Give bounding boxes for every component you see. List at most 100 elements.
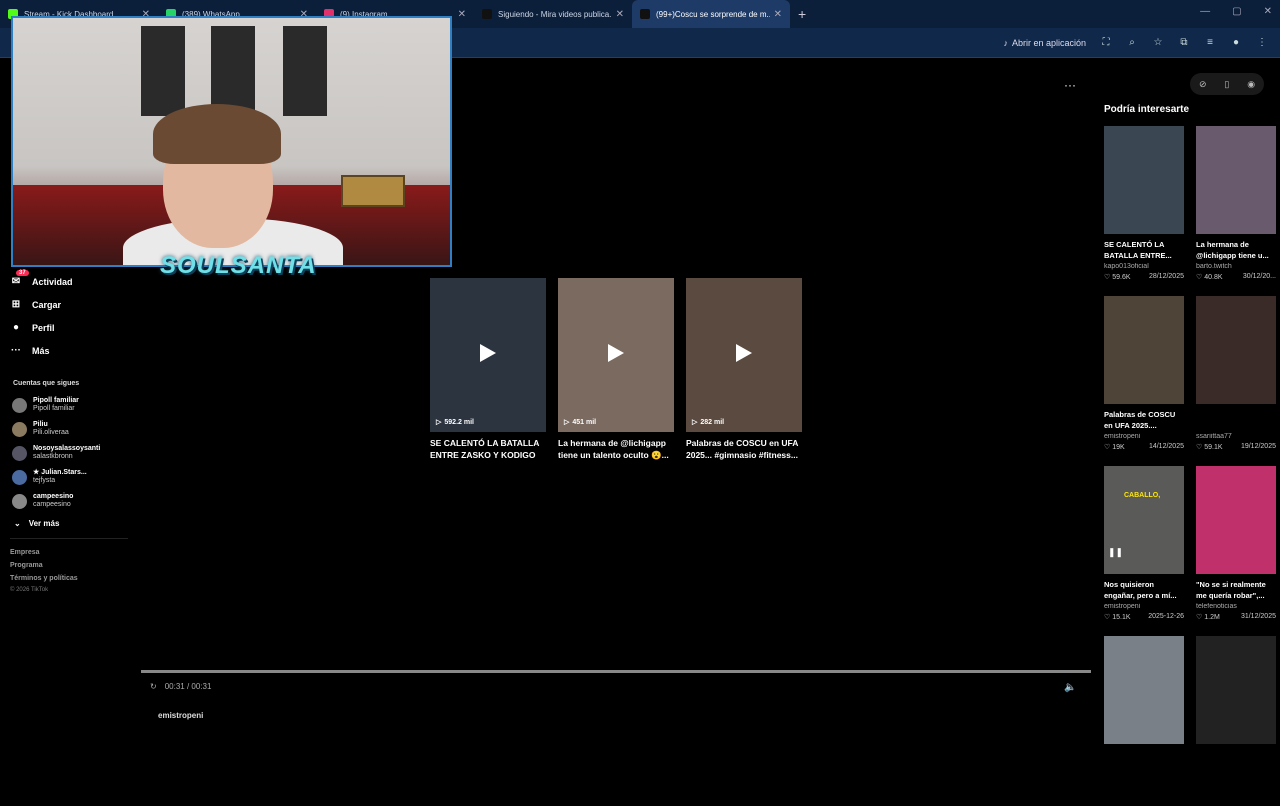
likes: ♡ 59.6K bbox=[1104, 273, 1131, 281]
recommended-item[interactable]: Palabras de COSCU en UFA 2025.... emistro… bbox=[1104, 296, 1184, 466]
bottom-author[interactable]: emistropeni bbox=[158, 711, 203, 720]
progress-fill bbox=[141, 670, 1091, 673]
notification-badge: 37 bbox=[16, 269, 29, 276]
globe-icon[interactable]: ◉ bbox=[1247, 79, 1255, 90]
video-card[interactable]: ▷ 451 mil La hermana de @lichigapp tiene u… bbox=[558, 278, 674, 461]
likes-count: 15.1K bbox=[1112, 614, 1131, 621]
followed-account[interactable]: Pipoll familiar Pipoll familiar bbox=[10, 393, 130, 417]
video-title[interactable]: SE CALENTÓ LA BATALLA ENTRE ZASKO Y KODI… bbox=[430, 437, 546, 461]
video-thumbnail[interactable]: ▷ 451 mil bbox=[558, 278, 674, 432]
recommended-thumbnail[interactable] bbox=[1104, 636, 1184, 744]
video-card[interactable]: ▷ 282 mil Palabras de COSCU en UFA 2025...… bbox=[686, 278, 802, 461]
zoom-icon[interactable]: ⌕ bbox=[1126, 37, 1138, 48]
sidebar-item-more[interactable]: ··· Más bbox=[10, 339, 130, 362]
account-name: Piliu bbox=[33, 421, 48, 428]
recommended-title-text[interactable]: La hermana de @lichigapp tiene u... bbox=[1196, 239, 1276, 261]
recommended-author[interactable]: ssariittaa77 bbox=[1196, 433, 1276, 440]
recommended-author[interactable]: barto.twitch bbox=[1196, 263, 1276, 270]
recommended-thumbnail[interactable] bbox=[1104, 126, 1184, 234]
play-icon[interactable] bbox=[608, 344, 624, 362]
mobile-icon[interactable]: ▯ bbox=[1224, 79, 1229, 90]
replay-icon[interactable]: ↻ bbox=[150, 682, 157, 691]
sidebar-item-profile[interactable]: ● Perfil bbox=[10, 316, 130, 339]
profile-icon: ● bbox=[12, 322, 20, 333]
likes: ♡ 15.1K bbox=[1104, 613, 1131, 621]
recommended-item[interactable] bbox=[1196, 636, 1276, 806]
followed-account[interactable]: ★ Julian.Stars... tejfysta bbox=[10, 465, 130, 489]
avatar bbox=[12, 421, 27, 437]
footer-link[interactable]: Términos y políticas bbox=[10, 575, 130, 582]
sidebar-item-upload[interactable]: ⊞ Cargar bbox=[10, 293, 130, 316]
recommended-thumbnail[interactable] bbox=[1196, 296, 1276, 404]
recommended-title-text[interactable]: Palabras de COSCU en UFA 2025.... bbox=[1104, 409, 1184, 431]
footer-link[interactable]: Empresa bbox=[10, 549, 130, 556]
open-in-app-button[interactable]: ♪ Abrir en aplicación bbox=[1003, 38, 1086, 48]
recommended-thumbnail[interactable] bbox=[1104, 296, 1184, 404]
tab-close-icon[interactable]: ✕ bbox=[458, 9, 466, 20]
browser-tab[interactable]: (99+)Coscu se sorprende de m... ✕ bbox=[632, 0, 790, 28]
minimize-icon[interactable]: — bbox=[1200, 6, 1210, 17]
recommended-thumbnail[interactable] bbox=[1196, 636, 1276, 744]
recommended-thumbnail[interactable] bbox=[1196, 126, 1276, 234]
recommended-item[interactable]: "No se si realmente me quería robar",...… bbox=[1196, 466, 1276, 636]
footer-link[interactable]: Programa bbox=[10, 562, 130, 569]
see-more-button[interactable]: ⌄ Ver más bbox=[14, 519, 130, 528]
activity-icon: ✉ 37 bbox=[10, 269, 29, 288]
more-options-icon[interactable]: ··· bbox=[1064, 78, 1076, 92]
translate-icon[interactable]: ⛶ bbox=[1100, 37, 1112, 48]
followed-account[interactable]: campeesino campeesino bbox=[10, 489, 130, 513]
menu-kebab-icon[interactable]: ⋮ bbox=[1256, 37, 1268, 48]
recommended-stats: ♡ 1.2M 31/12/2025 bbox=[1196, 613, 1276, 621]
browser-tab[interactable]: Siguiendo - Mira videos publica... ✕ bbox=[474, 0, 632, 28]
recommended-title-text[interactable]: Nos quisieron engañar, pero a mí... bbox=[1104, 579, 1184, 601]
video-thumbnail[interactable]: ▷ 592.2 mil bbox=[430, 278, 546, 432]
maximize-icon[interactable]: ▢ bbox=[1232, 6, 1241, 17]
sidebar-item-activity[interactable]: ✉ 37 Actividad bbox=[10, 269, 130, 293]
recommended-author[interactable]: emistropeni bbox=[1104, 433, 1184, 440]
followed-account[interactable]: Nosoysalassoysanti salastkbronn bbox=[10, 441, 130, 465]
tab-close-icon[interactable]: ✕ bbox=[616, 9, 624, 20]
left-sidebar: ✉ 37 Actividad ⊞ Cargar ● Perfil ··· Más Cuentas… bbox=[10, 269, 130, 593]
new-tab-button[interactable]: + bbox=[798, 6, 806, 22]
webcam-overlay bbox=[11, 16, 452, 267]
profile-avatar-icon[interactable]: ● bbox=[1230, 37, 1242, 48]
divider bbox=[10, 538, 128, 539]
account-handle: campeesino bbox=[33, 501, 71, 508]
time-display: ↻ 00:31 / 00:31 bbox=[150, 682, 211, 691]
tab-close-icon[interactable]: ✕ bbox=[774, 9, 782, 20]
media-icon[interactable]: ≡ bbox=[1204, 37, 1216, 48]
recommended-thumbnail[interactable]: CABALLO, ❚❚ bbox=[1104, 466, 1184, 574]
video-card[interactable]: ▷ 592.2 mil SE CALENTÓ LA BATALLA ENTRE ZA… bbox=[430, 278, 546, 461]
recommended-author[interactable]: emistropeni bbox=[1104, 603, 1184, 610]
recommended-thumbnail[interactable] bbox=[1196, 466, 1276, 574]
recommended-title-text[interactable]: SE CALENTÓ LA BATALLA ENTRE... bbox=[1104, 239, 1184, 261]
recommended-grid: SE CALENTÓ LA BATALLA ENTRE... kapo013ofi… bbox=[1104, 126, 1280, 806]
recommended-item[interactable]: CABALLO, ❚❚ Nos quisieron engañar, pero a … bbox=[1104, 466, 1184, 636]
volume-icon[interactable]: 🔈 bbox=[1064, 682, 1076, 693]
video-title[interactable]: La hermana de @lichigapp tiene un talent… bbox=[558, 437, 674, 461]
tab-favicon-icon bbox=[640, 9, 650, 19]
recommended-title-text[interactable]: "No se si realmente me quería robar",... bbox=[1196, 579, 1276, 601]
bookmark-star-icon[interactable]: ☆ bbox=[1152, 37, 1164, 48]
progress-bar[interactable] bbox=[141, 670, 1091, 673]
extension-icon[interactable]: ⧉ bbox=[1178, 37, 1190, 48]
acoustic-panel bbox=[283, 26, 327, 116]
recommended-item[interactable]: La hermana de @lichigapp tiene u... barto… bbox=[1196, 126, 1276, 296]
recommended-stats: ♡ 15.1K 2025-12-26 bbox=[1104, 613, 1184, 621]
recommended-item[interactable] bbox=[1104, 636, 1184, 806]
followed-account[interactable]: Piliu Pili.oliveraa bbox=[10, 417, 130, 441]
video-title[interactable]: Palabras de COSCU en UFA 2025... #gimnas… bbox=[686, 437, 802, 461]
recommended-author[interactable]: telefenoticias bbox=[1196, 603, 1276, 610]
recommended-item[interactable]: SE CALENTÓ LA BATALLA ENTRE... kapo013ofi… bbox=[1104, 126, 1184, 296]
close-window-icon[interactable]: ✕ bbox=[1264, 6, 1272, 17]
play-icon[interactable] bbox=[736, 344, 752, 362]
video-thumbnail[interactable]: ▷ 282 mil bbox=[686, 278, 802, 432]
pause-icon[interactable]: ❚❚ bbox=[1108, 547, 1123, 558]
chevron-down-icon: ⌄ bbox=[14, 519, 21, 528]
open-in-app-label: Abrir en aplicación bbox=[1011, 37, 1086, 48]
recommended-item[interactable]: ssariittaa77 ♡ 59.1K 19/12/2025 bbox=[1196, 296, 1276, 466]
play-icon[interactable] bbox=[480, 344, 496, 362]
block-icon[interactable]: ⊘ bbox=[1199, 79, 1207, 90]
recommended-author[interactable]: kapo013oficial bbox=[1104, 263, 1184, 270]
streamer-hair bbox=[153, 104, 281, 164]
